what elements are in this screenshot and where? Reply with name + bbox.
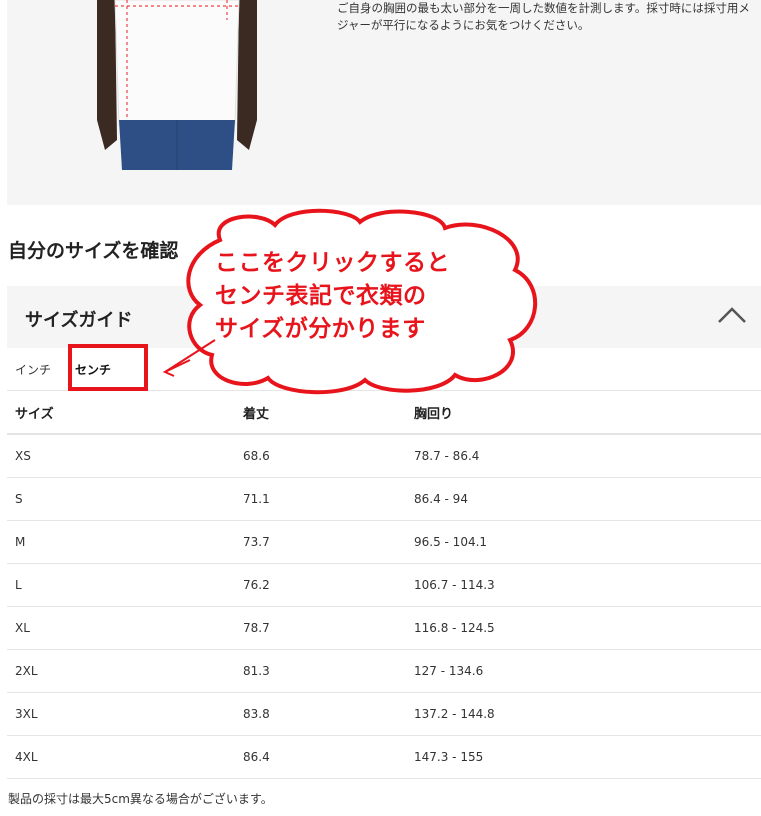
size-cell: 3XL — [7, 692, 235, 736]
chest-cell: 78.7 - 86.4 — [406, 434, 761, 478]
table-row: XL 78.7 116.8 - 124.5 — [7, 606, 761, 650]
chest-cell: 106.7 - 114.3 — [406, 563, 761, 607]
length-cell: 71.1 — [235, 477, 406, 521]
length-cell: 83.8 — [235, 692, 406, 736]
size-table: サイズ 着丈 胸回り XS 68.6 78.7 - 86.4 S 71.1 86… — [7, 392, 761, 779]
size-cell: M — [7, 520, 235, 564]
chest-cell: 116.8 - 124.5 — [406, 606, 761, 650]
table-row: M 73.7 96.5 - 104.1 — [7, 520, 761, 564]
length-cell: 68.6 — [235, 434, 406, 478]
chest-cell: 96.5 - 104.1 — [406, 520, 761, 564]
chest-cell: 147.3 - 155 — [406, 735, 761, 779]
annotation-line: サイズが分かります — [215, 316, 426, 342]
table-row: 2XL 81.3 127 - 134.6 — [7, 649, 761, 693]
model-photo — [97, 0, 257, 170]
tab-highlight-box — [68, 344, 148, 391]
size-cell: XS — [7, 434, 235, 478]
table-row: 3XL 83.8 137.2 - 144.8 — [7, 692, 761, 736]
length-cell: 78.7 — [235, 606, 406, 650]
measurement-panel: ご自身の胸囲の最も太い部分を一周した数値を計測します。採寸時には採寸用メジャーが… — [7, 0, 761, 205]
length-cell: 76.2 — [235, 563, 406, 607]
chest-cell: 137.2 - 144.8 — [406, 692, 761, 736]
table-row: S 71.1 86.4 - 94 — [7, 477, 761, 521]
length-cell: 73.7 — [235, 520, 406, 564]
tab-inch[interactable]: インチ — [15, 361, 51, 378]
size-cell: S — [7, 477, 235, 521]
length-cell: 81.3 — [235, 649, 406, 693]
size-cell: 2XL — [7, 649, 235, 693]
chest-cell: 127 - 134.6 — [406, 649, 761, 693]
size-guide-title: サイズガイド — [25, 310, 133, 331]
annotation-text: ここをクリックすると センチ表記で衣類の サイズが分かります — [215, 247, 545, 346]
chevron-up-icon[interactable] — [715, 302, 749, 328]
size-cell: L — [7, 563, 235, 607]
measurement-instructions: ご自身の胸囲の最も太い部分を一周した数値を計測します。採寸時には採寸用メジャーが… — [337, 1, 750, 32]
table-row: 4XL 86.4 147.3 - 155 — [7, 735, 761, 779]
length-cell: 86.4 — [235, 735, 406, 779]
size-cell: 4XL — [7, 735, 235, 779]
annotation-line: ここをクリックすると — [215, 250, 450, 276]
size-footnote: 製品の採寸は最大5cm異なる場合がございます。 — [8, 792, 273, 806]
size-cell: XL — [7, 606, 235, 650]
chest-cell: 86.4 - 94 — [406, 477, 761, 521]
table-row: L 76.2 106.7 - 114.3 — [7, 563, 761, 607]
annotation-line: センチ表記で衣類の — [215, 283, 427, 309]
table-row: XS 68.6 78.7 - 86.4 — [7, 434, 761, 478]
